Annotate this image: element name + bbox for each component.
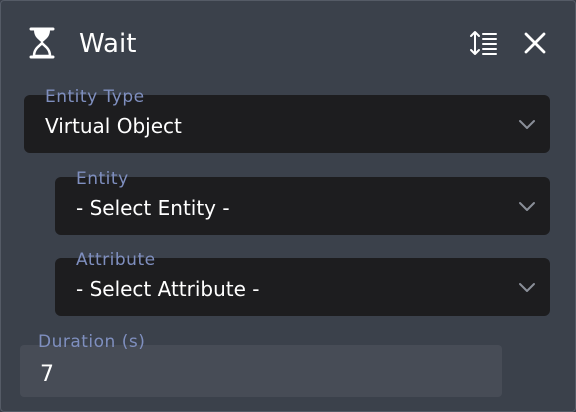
entity-select[interactable]: Entity - Select Entity - [55, 169, 550, 235]
sort-lines-icon[interactable] [469, 28, 499, 58]
chevron-down-icon [519, 120, 535, 129]
duration-label: Duration (s) [38, 332, 146, 352]
close-icon[interactable] [520, 28, 550, 58]
attribute-label: Attribute [76, 250, 156, 270]
chevron-down-icon [519, 202, 535, 211]
entity-type-select[interactable]: Entity Type Virtual Object [24, 87, 550, 153]
chevron-down-icon [519, 283, 535, 292]
wait-panel: Wait Entity Type Virtual Object Entity -… [0, 0, 576, 412]
entity-label: Entity [76, 169, 129, 189]
panel-title: Wait [79, 29, 137, 59]
duration-input[interactable]: Duration (s) 7 [20, 332, 502, 397]
entity-type-value: Virtual Object [45, 114, 182, 138]
entity-type-label: Entity Type [45, 87, 145, 107]
hourglass-icon [29, 27, 55, 59]
attribute-select[interactable]: Attribute - Select Attribute - [55, 250, 550, 316]
panel-header: Wait [1, 1, 575, 81]
attribute-value: - Select Attribute - [76, 277, 260, 301]
entity-value: - Select Entity - [76, 196, 230, 220]
duration-value[interactable]: 7 [40, 362, 54, 388]
